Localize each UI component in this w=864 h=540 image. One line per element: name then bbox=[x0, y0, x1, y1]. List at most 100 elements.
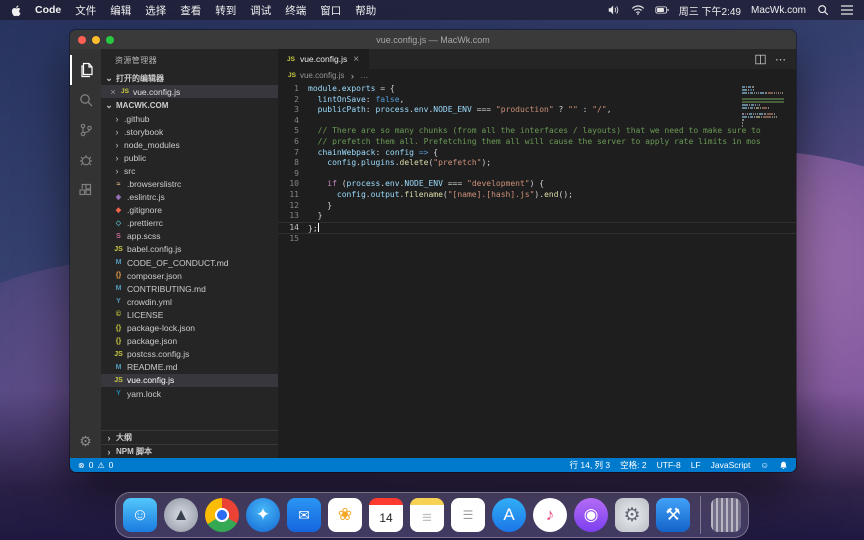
code-line-8[interactable]: 8 config.plugins.delete("prefetch"); bbox=[278, 158, 796, 169]
dock-reminders[interactable]: ☰ bbox=[451, 498, 485, 532]
open-editor-item[interactable]: × JS vue.config.js bbox=[101, 85, 278, 98]
explorer-icon[interactable] bbox=[70, 55, 101, 85]
problems-indicator[interactable]: ⊗ 0 ⚠ 0 bbox=[78, 460, 113, 470]
file-.eslintrc.js[interactable]: ◈.eslintrc.js bbox=[101, 191, 278, 204]
manage-gear-icon[interactable]: ⚙ bbox=[70, 433, 101, 450]
sidebar-section-NPM 脚本[interactable]: ›NPM 脚本 bbox=[101, 444, 278, 458]
sidebar-section-大纲[interactable]: ›大纲 bbox=[101, 430, 278, 444]
close-icon[interactable]: × bbox=[109, 87, 117, 97]
code-line-11[interactable]: 11 config.output.filename("[name].[hash]… bbox=[278, 190, 796, 201]
debug-icon[interactable] bbox=[70, 145, 101, 175]
dock-xcode[interactable]: ⚒ bbox=[656, 498, 690, 532]
menubar-item-调试[interactable]: 调试 bbox=[250, 3, 271, 18]
dock-photos[interactable]: ❀ bbox=[328, 498, 362, 532]
file-package.json[interactable]: {}package.json bbox=[101, 335, 278, 348]
breadcrumb-symbol[interactable]: … bbox=[360, 71, 368, 80]
feedback-smiley-icon[interactable]: ☺ bbox=[760, 460, 769, 470]
code-line-13[interactable]: 13 } bbox=[278, 211, 796, 222]
code-line-7[interactable]: 7 chainWebpack: config => { bbox=[278, 148, 796, 159]
apple-logo-icon[interactable] bbox=[10, 4, 23, 17]
dock-settings[interactable]: ⚙ bbox=[615, 498, 649, 532]
file-.prettierrc[interactable]: ◇.prettierrc bbox=[101, 217, 278, 230]
file-CODE_OF_CONDUCT.md[interactable]: MCODE_OF_CONDUCT.md bbox=[101, 256, 278, 269]
dock-podcasts[interactable]: ◉ bbox=[574, 498, 608, 532]
wifi-icon[interactable] bbox=[631, 4, 645, 16]
code-line-9[interactable]: 9 bbox=[278, 169, 796, 180]
notification-center-icon[interactable] bbox=[840, 4, 854, 16]
dock-music[interactable]: ♪ bbox=[533, 498, 567, 532]
file-LICENSE[interactable]: ©LICENSE bbox=[101, 308, 278, 321]
dock-launchpad[interactable]: ▲ bbox=[164, 498, 198, 532]
search-icon[interactable] bbox=[70, 85, 101, 115]
menubar-item-窗口[interactable]: 窗口 bbox=[320, 3, 341, 18]
menubar-item-终端[interactable]: 终端 bbox=[285, 3, 306, 18]
volume-icon[interactable] bbox=[607, 4, 621, 16]
code-line-3[interactable]: 3 publicPath: process.env.NODE_ENV === "… bbox=[278, 105, 796, 116]
source-control-icon[interactable] bbox=[70, 115, 101, 145]
code-line-12[interactable]: 12 } bbox=[278, 201, 796, 212]
dock-mail[interactable]: ✉ bbox=[287, 498, 321, 532]
file-app.scss[interactable]: Sapp.scss bbox=[101, 230, 278, 243]
code-line-10[interactable]: 10 if (process.env.NODE_ENV === "develop… bbox=[278, 179, 796, 190]
file-vue.config.js[interactable]: JSvue.config.js bbox=[101, 374, 278, 387]
code-line-14[interactable]: 14}; bbox=[278, 222, 796, 235]
notifications-bell-icon[interactable] bbox=[779, 461, 788, 470]
dock-calendar[interactable]: 14 bbox=[369, 498, 403, 532]
code-line-2[interactable]: 2 lintOnSave: false, bbox=[278, 95, 796, 106]
status-item[interactable]: 空格: 2 bbox=[620, 459, 646, 471]
root-folder-section[interactable]: ⌄ MACWK.COM bbox=[101, 98, 278, 112]
file-node_modules[interactable]: ›node_modules bbox=[101, 138, 278, 151]
spotlight-search-icon[interactable] bbox=[816, 4, 830, 16]
code-line-4[interactable]: 4 bbox=[278, 116, 796, 127]
code-line-1[interactable]: 1module.exports = { bbox=[278, 84, 796, 95]
status-item[interactable]: UTF-8 bbox=[657, 460, 681, 470]
file-crowdin.yml[interactable]: Ycrowdin.yml bbox=[101, 295, 278, 308]
menubar-item-选择[interactable]: 选择 bbox=[145, 3, 166, 18]
file-postcss.config.js[interactable]: JSpostcss.config.js bbox=[101, 348, 278, 361]
code-line-6[interactable]: 6 // prefetch them all. Prefetching them… bbox=[278, 137, 796, 148]
file-CONTRIBUTING.md[interactable]: MCONTRIBUTING.md bbox=[101, 282, 278, 295]
code-line-15[interactable]: 15 bbox=[278, 234, 796, 245]
dock-chrome[interactable] bbox=[205, 498, 239, 532]
menubar-item-编辑[interactable]: 编辑 bbox=[110, 3, 131, 18]
open-editors-section[interactable]: ⌄ 打开的编辑器 bbox=[101, 71, 278, 85]
menubar-clock[interactable]: 周三 下午2:49 bbox=[679, 3, 741, 18]
file-package-lock.json[interactable]: {}package-lock.json bbox=[101, 322, 278, 335]
zoom-window-button[interactable] bbox=[106, 36, 114, 44]
menubar-app-name[interactable]: Code bbox=[35, 4, 61, 16]
minimize-window-button[interactable] bbox=[92, 36, 100, 44]
file-src[interactable]: ›src bbox=[101, 164, 278, 177]
status-item[interactable]: LF bbox=[691, 460, 701, 470]
close-window-button[interactable] bbox=[78, 36, 86, 44]
breadcrumb-file[interactable]: vue.config.js bbox=[300, 71, 344, 80]
code-line-5[interactable]: 5 // There are so many chunks (from all … bbox=[278, 126, 796, 137]
file-.browserslistrc[interactable]: ≈.browserslistrc bbox=[101, 177, 278, 190]
status-item[interactable]: 行 14, 列 3 bbox=[570, 459, 611, 471]
split-editor-icon[interactable] bbox=[755, 54, 766, 65]
code-editor[interactable]: 1module.exports = {2 lintOnSave: false,3… bbox=[278, 82, 796, 458]
file-babel.config.js[interactable]: JSbabel.config.js bbox=[101, 243, 278, 256]
menubar-item-查看[interactable]: 查看 bbox=[180, 3, 201, 18]
more-actions-icon[interactable]: ⋯ bbox=[775, 53, 787, 66]
menubar-item-文件[interactable]: 文件 bbox=[75, 3, 96, 18]
file-.github[interactable]: ›.github bbox=[101, 112, 278, 125]
file-composer.json[interactable]: {}composer.json bbox=[101, 269, 278, 282]
extensions-icon[interactable] bbox=[70, 175, 101, 205]
file-yarn.lock[interactable]: Yyarn.lock bbox=[101, 387, 278, 400]
breadcrumb[interactable]: JS vue.config.js › … bbox=[278, 69, 796, 82]
menubar-item-转到[interactable]: 转到 bbox=[215, 3, 236, 18]
dock-trash[interactable] bbox=[711, 498, 741, 532]
close-tab-icon[interactable]: × bbox=[352, 54, 360, 65]
dock-app-store[interactable]: A bbox=[492, 498, 526, 532]
battery-icon[interactable] bbox=[655, 4, 669, 16]
dock-safari[interactable]: ✦ bbox=[246, 498, 280, 532]
tab-vue-config-js[interactable]: JS vue.config.js × bbox=[278, 49, 370, 69]
file-public[interactable]: ›public bbox=[101, 151, 278, 164]
menubar-item-帮助[interactable]: 帮助 bbox=[355, 3, 376, 18]
status-item[interactable]: JavaScript bbox=[711, 460, 751, 470]
window-titlebar[interactable]: vue.config.js — MacWk.com bbox=[70, 30, 796, 49]
file-.gitignore[interactable]: ◆.gitignore bbox=[101, 204, 278, 217]
dock-finder[interactable]: ☺ bbox=[123, 498, 157, 532]
minimap[interactable] bbox=[742, 86, 788, 131]
file-README.md[interactable]: MREADME.md bbox=[101, 361, 278, 374]
